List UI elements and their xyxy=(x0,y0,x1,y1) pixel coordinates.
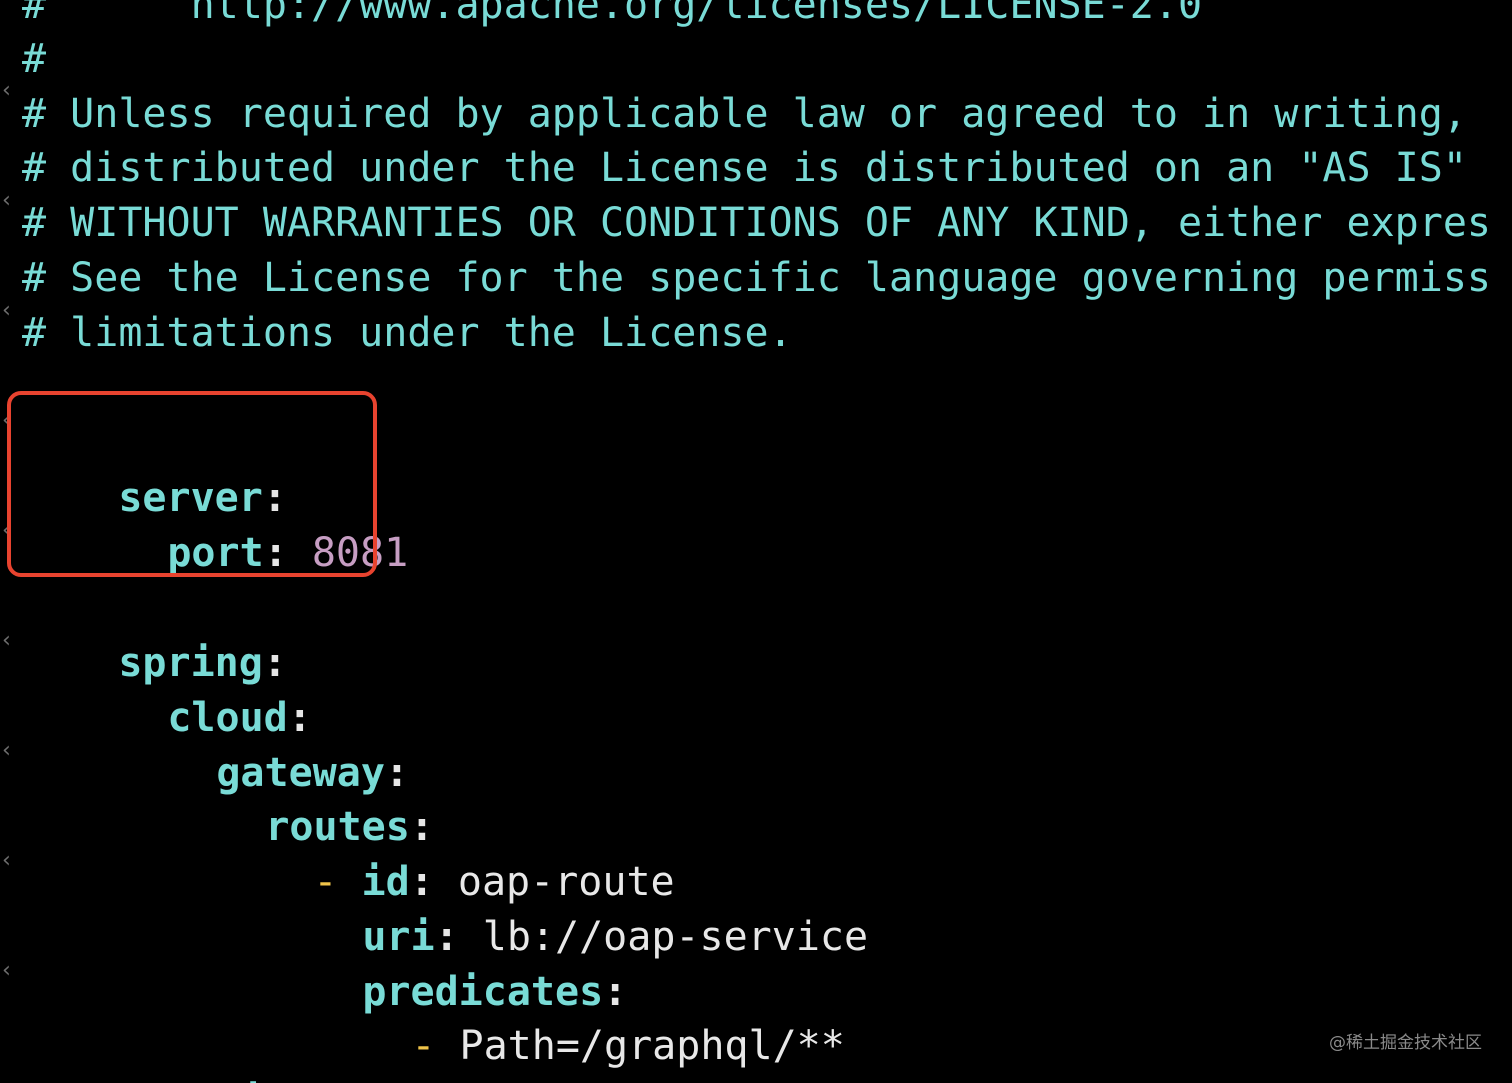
yaml-line-uri: uri: lb://oap-service xyxy=(266,855,868,960)
yaml-key-discovery: discovery xyxy=(216,1078,433,1083)
yaml-line-cloud: cloud: xyxy=(71,636,312,741)
comment-line: # xyxy=(22,36,47,82)
comment-line: # See the License for the specific langu… xyxy=(22,255,1492,301)
comment-line: # distributed under the License is distr… xyxy=(22,145,1467,191)
comment-line: # Unless required by applicable law or a… xyxy=(22,91,1467,137)
yaml-line-gateway: gateway: xyxy=(120,691,409,796)
yaml-line-port: port: 8081 xyxy=(71,471,408,576)
gutter-mark: ‹ xyxy=(0,628,14,653)
yaml-colon: : xyxy=(433,1078,457,1083)
gutter-mark: ‹ xyxy=(0,958,14,983)
yaml-line-id: - id: oap-route xyxy=(217,800,674,905)
yaml-value-predicate: Path=/graphql/** xyxy=(459,1023,845,1069)
gutter-mark: ‹ xyxy=(0,188,14,213)
yaml-line-predicates: predicates: xyxy=(266,910,627,1015)
comment-line: # limitations under the License. xyxy=(22,310,793,356)
yaml-value-port: 8081 xyxy=(311,530,409,576)
gutter-mark: ‹ xyxy=(0,298,14,323)
yaml-line-server: server: xyxy=(22,416,287,521)
comment-line: # http://www.apache.org/licenses/LICENSE… xyxy=(22,0,1203,28)
gutter-mark: ‹ xyxy=(0,518,14,543)
terminal-editor[interactable]: ‹ ‹ ‹ ‹ ‹ ‹ ‹ ‹ ‹ # http://www.apache.or… xyxy=(0,0,1512,1083)
yaml-line-spring: spring: xyxy=(22,581,287,686)
gutter-mark: ‹ xyxy=(0,738,14,763)
yaml-colon: : xyxy=(263,530,288,576)
watermark-text: @稀土掘金技术社区 xyxy=(1329,1033,1482,1053)
yaml-line-predicate-path: - Path=/graphql/** xyxy=(315,964,845,1069)
gutter-mark: ‹ xyxy=(0,848,14,873)
yaml-line-discovery: discovery: xyxy=(120,1019,457,1083)
comment-line: # WITHOUT WARRANTIES OR CONDITIONS OF AN… xyxy=(22,200,1492,246)
yaml-line-routes: routes: xyxy=(169,745,434,850)
gutter-mark: ‹ xyxy=(0,408,14,433)
gutter-mark: ‹ xyxy=(0,78,14,103)
yaml-key-port: port xyxy=(167,530,264,576)
